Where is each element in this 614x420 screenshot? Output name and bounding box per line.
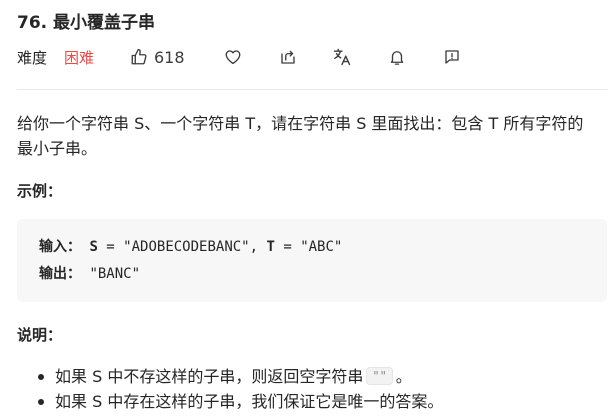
heart-icon [224, 48, 242, 66]
notes-list: 如果 S 中不存这样的子串，则返回空字符串 ""。 如果 S 中存在这样的子串，我… [37, 364, 444, 414]
translate-button[interactable] [329, 44, 355, 70]
example-output-line: 输出： "BANC" [39, 263, 140, 285]
feedback-icon [443, 48, 461, 66]
input-t-name: T [266, 239, 275, 255]
input-t-value: "ABC" [300, 239, 343, 255]
list-item: 如果 S 中存在这样的子串，我们保证它是唯一的答案。 [37, 389, 444, 414]
favorite-button[interactable] [220, 44, 246, 70]
note-1-suffix: 。 [395, 367, 412, 386]
problem-title: 76. 最小覆盖子串 [17, 13, 156, 33]
example-input-line: 输入： S = "ADOBECODEBANC", T = "ABC" [39, 239, 343, 255]
notify-button[interactable] [384, 44, 410, 70]
bell-icon [388, 48, 406, 66]
input-s-name: S [89, 239, 98, 255]
feedback-button[interactable] [439, 44, 465, 70]
input-label: 输入： [39, 239, 81, 255]
difficulty-label: 难度 [17, 48, 48, 67]
example-heading: 示例： [17, 182, 63, 200]
like-button[interactable]: 618 [130, 44, 185, 70]
empty-string-code: "" [366, 367, 393, 385]
example-code-block: 输入： S = "ADOBECODEBANC", T = "ABC" 输出： "… [17, 219, 607, 302]
divider [17, 89, 607, 90]
note-2-text: 如果 S 中存在这样的子串，我们保证它是唯一的答案。 [55, 392, 444, 411]
translate-icon [332, 47, 352, 67]
output-label: 输出： [39, 266, 81, 282]
list-item: 如果 S 中不存这样的子串，则返回空字符串 ""。 [37, 364, 443, 389]
share-icon [279, 48, 297, 66]
difficulty-badge: 困难 [64, 48, 95, 67]
like-count: 618 [154, 47, 185, 67]
share-button[interactable] [275, 44, 301, 70]
problem-meta-bar: 难度 困难 618 [17, 44, 607, 70]
notes-heading: 说明： [17, 326, 63, 344]
problem-description: 给你一个字符串 S、一个字符串 T，请在字符串 S 里面找出：包含 T 所有字符… [17, 114, 584, 158]
input-s-value: "ADOBECODEBANC" [123, 239, 250, 255]
note-1-text: 如果 S 中不存这样的子串，则返回空字符串 [55, 367, 364, 386]
thumbs-up-icon [130, 48, 148, 66]
output-value: "BANC" [89, 266, 141, 282]
